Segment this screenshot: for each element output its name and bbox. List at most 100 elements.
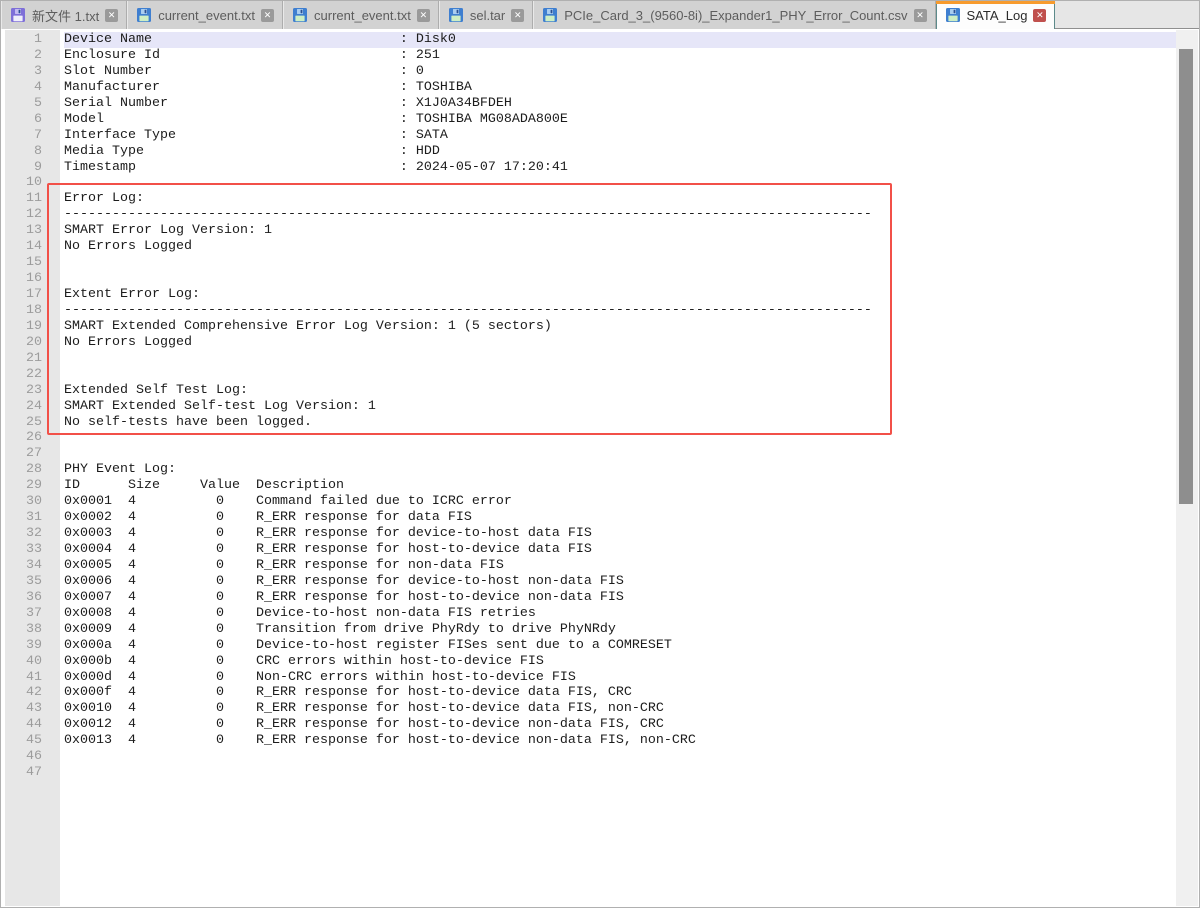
line-text[interactable]: 0x000f 4 0 R_ERR response for host-to-de… <box>64 685 1176 701</box>
line-text[interactable] <box>64 271 1176 287</box>
editor-line[interactable]: 1 Device Name : Disk0 <box>5 32 1176 48</box>
editor-line[interactable]: 33 0x0004 4 0 R_ERR response for host-to… <box>5 542 1176 558</box>
editor-line[interactable]: 21 <box>5 351 1176 367</box>
line-text[interactable]: ID Size Value Description <box>64 478 1176 494</box>
editor-line[interactable]: 27 <box>5 446 1176 462</box>
line-text[interactable] <box>64 255 1176 271</box>
editor-line[interactable]: 22 <box>5 367 1176 383</box>
editor-line[interactable]: 31 0x0002 4 0 R_ERR response for data FI… <box>5 510 1176 526</box>
line-text[interactable]: 0x0012 4 0 R_ERR response for host-to-de… <box>64 717 1176 733</box>
editor-line[interactable]: 44 0x0012 4 0 R_ERR response for host-to… <box>5 717 1176 733</box>
tab-1[interactable]: current_event.txt ✕ <box>127 1 283 29</box>
editor-line[interactable]: 40 0x000b 4 0 CRC errors within host-to-… <box>5 654 1176 670</box>
editor-line[interactable]: 25 No self-tests have been logged. <box>5 415 1176 431</box>
editor-line[interactable]: 2 Enclosure Id : 251 <box>5 48 1176 64</box>
editor-line[interactable]: 38 0x0009 4 0 Transition from drive PhyR… <box>5 622 1176 638</box>
editor-line[interactable]: 35 0x0006 4 0 R_ERR response for device-… <box>5 574 1176 590</box>
editor-line[interactable]: 10 <box>5 175 1176 191</box>
editor-line[interactable]: 16 <box>5 271 1176 287</box>
editor-line[interactable]: 17 Extent Error Log: <box>5 287 1176 303</box>
tab-close-icon[interactable]: ✕ <box>261 9 274 22</box>
editor-line[interactable]: 15 <box>5 255 1176 271</box>
editor-line[interactable]: 20 No Errors Logged <box>5 335 1176 351</box>
tab-close-icon[interactable]: ✕ <box>511 9 524 22</box>
line-text[interactable]: 0x0005 4 0 R_ERR response for non-data F… <box>64 558 1176 574</box>
editor-line[interactable]: 4 Manufacturer : TOSHIBA <box>5 80 1176 96</box>
line-text[interactable] <box>64 430 1176 446</box>
editor-line[interactable]: 43 0x0010 4 0 R_ERR response for host-to… <box>5 701 1176 717</box>
editor-line[interactable]: 14 No Errors Logged <box>5 239 1176 255</box>
line-text[interactable]: 0x000a 4 0 Device-to-host register FISes… <box>64 638 1176 654</box>
tab-close-icon[interactable]: ✕ <box>417 9 430 22</box>
editor-line[interactable]: 18 -------------------------------------… <box>5 303 1176 319</box>
editor-line[interactable]: 41 0x000d 4 0 Non-CRC errors within host… <box>5 670 1176 686</box>
editor-line[interactable]: 12 -------------------------------------… <box>5 207 1176 223</box>
tab-active-5[interactable]: SATA_Log ✕ <box>936 1 1056 29</box>
line-text[interactable]: 0x0010 4 0 R_ERR response for host-to-de… <box>64 701 1176 717</box>
vertical-scrollbar-thumb[interactable] <box>1179 49 1193 504</box>
line-text[interactable]: 0x0008 4 0 Device-to-host non-data FIS r… <box>64 606 1176 622</box>
line-text[interactable]: 0x0004 4 0 R_ERR response for host-to-de… <box>64 542 1176 558</box>
editor-line[interactable]: 45 0x0013 4 0 R_ERR response for host-to… <box>5 733 1176 749</box>
line-text[interactable]: Error Log: <box>64 191 1176 207</box>
editor-line[interactable]: 19 SMART Extended Comprehensive Error Lo… <box>5 319 1176 335</box>
tab-close-icon[interactable]: ✕ <box>1033 9 1046 22</box>
editor-line[interactable]: 11 Error Log: <box>5 191 1176 207</box>
line-text[interactable]: Serial Number : X1J0A34BFDEH <box>64 96 1176 112</box>
line-text[interactable]: Extended Self Test Log: <box>64 383 1176 399</box>
tab-3[interactable]: sel.tar ✕ <box>439 1 533 29</box>
line-text[interactable]: 0x0009 4 0 Transition from drive PhyRdy … <box>64 622 1176 638</box>
line-text[interactable]: 0x0003 4 0 R_ERR response for device-to-… <box>64 526 1176 542</box>
line-text[interactable]: Timestamp : 2024-05-07 17:20:41 <box>64 160 1176 176</box>
line-text[interactable]: 0x0006 4 0 R_ERR response for device-to-… <box>64 574 1176 590</box>
editor-line[interactable]: 23 Extended Self Test Log: <box>5 383 1176 399</box>
line-text[interactable] <box>64 446 1176 462</box>
vertical-scrollbar-track[interactable] <box>1176 30 1198 906</box>
editor-line[interactable]: 24 SMART Extended Self-test Log Version:… <box>5 399 1176 415</box>
line-text[interactable] <box>64 175 1176 191</box>
line-text[interactable]: Enclosure Id : 251 <box>64 48 1176 64</box>
tab-2[interactable]: current_event.txt ✕ <box>283 1 439 29</box>
line-text[interactable]: PHY Event Log: <box>64 462 1176 478</box>
line-text[interactable]: Slot Number : 0 <box>64 64 1176 80</box>
editor-line[interactable]: 5 Serial Number : X1J0A34BFDEH <box>5 96 1176 112</box>
line-text[interactable] <box>64 367 1176 383</box>
tab-4[interactable]: PCIe_Card_3_(9560-8i)_Expander1_PHY_Erro… <box>533 1 935 29</box>
line-text[interactable]: 0x0013 4 0 R_ERR response for host-to-de… <box>64 733 1176 749</box>
editor-line[interactable]: 3 Slot Number : 0 <box>5 64 1176 80</box>
line-text[interactable]: Device Name : Disk0 <box>64 32 1176 48</box>
editor-line[interactable]: 30 0x0001 4 0 Command failed due to ICRC… <box>5 494 1176 510</box>
line-text[interactable]: 0x0007 4 0 R_ERR response for host-to-de… <box>64 590 1176 606</box>
line-text[interactable]: SMART Extended Self-test Log Version: 1 <box>64 399 1176 415</box>
line-text[interactable]: ----------------------------------------… <box>64 303 1176 319</box>
editor-line[interactable]: 37 0x0008 4 0 Device-to-host non-data FI… <box>5 606 1176 622</box>
line-text[interactable]: 0x000d 4 0 Non-CRC errors within host-to… <box>64 670 1176 686</box>
line-text[interactable]: No Errors Logged <box>64 239 1176 255</box>
line-text[interactable]: Extent Error Log: <box>64 287 1176 303</box>
editor-line[interactable]: 29 ID Size Value Description <box>5 478 1176 494</box>
line-text[interactable]: SMART Extended Comprehensive Error Log V… <box>64 319 1176 335</box>
tab-close-icon[interactable]: ✕ <box>914 9 927 22</box>
line-text[interactable]: Interface Type : SATA <box>64 128 1176 144</box>
tab-close-icon[interactable]: ✕ <box>105 9 118 22</box>
line-text[interactable]: No self-tests have been logged. <box>64 415 1176 431</box>
line-text[interactable] <box>64 749 1176 765</box>
editor-line[interactable]: 36 0x0007 4 0 R_ERR response for host-to… <box>5 590 1176 606</box>
editor-line[interactable]: 34 0x0005 4 0 R_ERR response for non-dat… <box>5 558 1176 574</box>
editor-line[interactable]: 47 <box>5 765 1176 781</box>
editor-line[interactable]: 26 <box>5 430 1176 446</box>
line-text[interactable]: SMART Error Log Version: 1 <box>64 223 1176 239</box>
line-text[interactable]: 0x0001 4 0 Command failed due to ICRC er… <box>64 494 1176 510</box>
line-text[interactable]: 0x0002 4 0 R_ERR response for data FIS <box>64 510 1176 526</box>
editor-line[interactable]: 39 0x000a 4 0 Device-to-host register FI… <box>5 638 1176 654</box>
line-text[interactable]: Model : TOSHIBA MG08ADA800E <box>64 112 1176 128</box>
line-text[interactable]: 0x000b 4 0 CRC errors within host-to-dev… <box>64 654 1176 670</box>
line-text[interactable] <box>64 765 1176 781</box>
line-text[interactable]: No Errors Logged <box>64 335 1176 351</box>
tab-0[interactable]: 新文件 1.txt ✕ <box>1 1 127 29</box>
editor-line[interactable]: 46 <box>5 749 1176 765</box>
editor-line[interactable]: 8 Media Type : HDD <box>5 144 1176 160</box>
line-text[interactable]: ----------------------------------------… <box>64 207 1176 223</box>
editor-line[interactable]: 9 Timestamp : 2024-05-07 17:20:41 <box>5 160 1176 176</box>
line-text[interactable]: Manufacturer : TOSHIBA <box>64 80 1176 96</box>
